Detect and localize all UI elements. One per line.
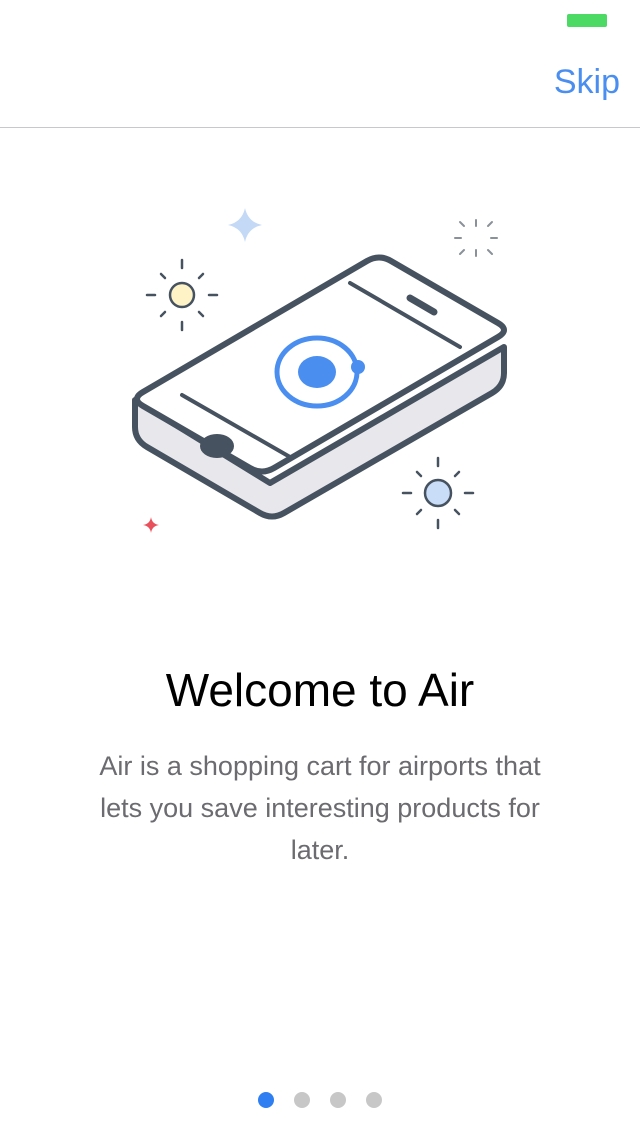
skip-button[interactable]: Skip: [554, 62, 620, 102]
phone-illustration: [132, 208, 507, 533]
page-indicator: [0, 1092, 640, 1108]
onboarding-screen: Skip Welcome to Air Air is a shopping ca…: [0, 0, 640, 1136]
sparkle-icon: [454, 219, 498, 257]
page-dot-2[interactable]: [294, 1092, 310, 1108]
battery-icon: [567, 14, 607, 27]
navigation-bar: Skip: [0, 40, 640, 128]
welcome-title: Welcome to Air: [165, 664, 475, 716]
home-button: [200, 434, 234, 458]
sun-icon-left: [145, 258, 219, 332]
welcome-description: Air is a shopping cart for airports that…: [99, 751, 541, 865]
sun-icon-right: [401, 456, 475, 530]
page-dot-4[interactable]: [366, 1092, 382, 1108]
blue-star-icon: [228, 208, 262, 242]
status-bar: [0, 0, 640, 40]
page-dot-1[interactable]: [258, 1092, 274, 1108]
page-dot-3[interactable]: [330, 1092, 346, 1108]
red-star-icon: [143, 517, 159, 533]
